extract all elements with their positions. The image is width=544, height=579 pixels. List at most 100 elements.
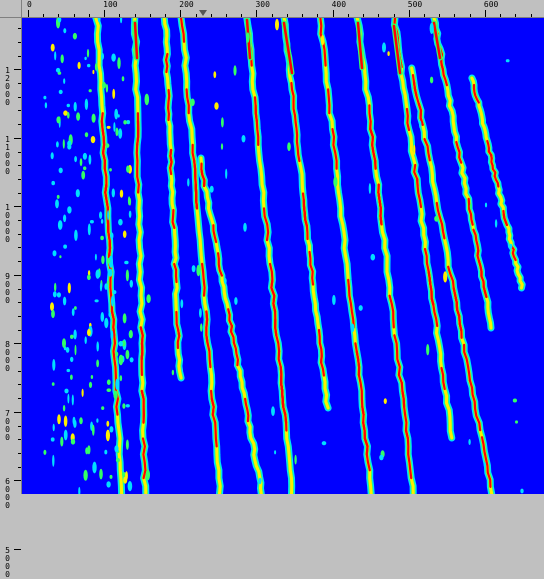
noise-speckle <box>108 268 113 277</box>
noise-speckle <box>73 419 77 428</box>
noise-speckle <box>62 296 67 306</box>
noise-speckle <box>55 199 59 209</box>
top-ruler-minor-tick <box>241 14 243 17</box>
noise-speckle <box>469 203 472 210</box>
noise-speckle <box>321 441 327 446</box>
top-ruler-label: 0 <box>27 0 32 9</box>
noise-speckle <box>71 308 75 316</box>
left-ruler-minor-tick <box>18 28 21 30</box>
noise-speckle <box>54 282 57 292</box>
top-ruler-tick <box>104 10 106 17</box>
noise-speckle <box>57 414 61 425</box>
top-ruler-minor-tick <box>454 14 456 17</box>
top-ruler-label: 600 <box>483 0 499 9</box>
noise-speckle <box>70 374 73 380</box>
noise-speckle <box>51 382 55 386</box>
noise-speckle <box>90 136 96 144</box>
noise-speckle <box>106 481 111 488</box>
noise-speckle <box>379 454 384 461</box>
noise-speckle <box>190 98 195 107</box>
noise-speckle <box>87 223 91 236</box>
noise-speckle <box>109 168 112 172</box>
top-ruler-minor-tick <box>149 14 151 17</box>
noise-speckle <box>84 132 89 138</box>
noise-speckle <box>111 188 116 198</box>
noise-speckle <box>74 306 77 310</box>
top-ruler-minor-tick <box>363 14 365 17</box>
noise-speckle <box>63 214 67 223</box>
left-ruler-tick <box>14 480 21 482</box>
noise-speckle <box>483 462 486 468</box>
top-ruler-minor-tick <box>73 14 75 17</box>
noise-speckle <box>107 210 110 221</box>
noise-speckle <box>118 354 124 366</box>
noise-speckle <box>125 439 129 450</box>
noise-speckle <box>233 65 237 76</box>
top-ruler[interactable]: 0 100 200 300 400 500 600 <box>22 0 544 18</box>
noise-speckle <box>109 474 113 479</box>
left-ruler-tick <box>14 137 21 139</box>
noise-speckle <box>66 368 71 373</box>
noise-speckle <box>52 359 56 371</box>
noise-speckle <box>114 445 119 453</box>
noise-speckle <box>50 302 54 312</box>
noise-speckle <box>115 351 119 357</box>
noise-speckle <box>66 103 70 108</box>
noise-speckle <box>105 83 109 93</box>
noise-speckle <box>127 481 133 492</box>
noise-speckle <box>71 394 74 406</box>
noise-speckle <box>114 108 119 120</box>
noise-speckle <box>77 61 81 70</box>
noise-speckle <box>86 48 90 58</box>
left-ruler-minor-tick <box>18 83 21 85</box>
noise-speckle <box>200 323 203 332</box>
left-ruler-tick <box>14 411 21 413</box>
left-ruler-minor-tick <box>18 165 21 167</box>
noise-speckle <box>57 220 63 230</box>
left-ruler-digit: 0 <box>5 295 10 305</box>
left-ruler-digit: 0 <box>5 501 10 511</box>
noise-speckle <box>109 426 114 433</box>
noise-speckle <box>118 128 123 139</box>
noise-speckle <box>94 253 97 261</box>
noise-speckle <box>368 183 372 194</box>
noise-speckle <box>122 230 127 238</box>
top-ruler-minor-tick <box>88 14 90 17</box>
noise-speckle <box>81 388 84 397</box>
left-ruler-digit: 0 <box>5 98 10 108</box>
noise-speckle <box>76 112 81 121</box>
cursor-marker-icon[interactable] <box>199 10 208 16</box>
left-ruler[interactable]: 12000110001000090008000700060005000 <box>0 18 22 578</box>
top-ruler-tick <box>256 10 258 17</box>
noise-speckle <box>274 450 277 455</box>
noise-speckle <box>123 120 127 125</box>
ridge-peak <box>136 112 140 147</box>
spectrogram-plot[interactable] <box>22 18 544 494</box>
noise-speckle <box>96 418 99 423</box>
left-ruler-digit: 0 <box>5 493 10 503</box>
noise-speckle <box>60 54 64 64</box>
top-ruler-minor-tick <box>210 14 212 17</box>
top-ruler-tick <box>484 10 486 17</box>
noise-speckle <box>84 336 87 345</box>
left-ruler-minor-tick <box>18 233 21 235</box>
left-ruler-minor-tick <box>18 466 21 468</box>
ridge-peak <box>167 88 171 122</box>
noise-speckle <box>112 88 116 99</box>
noise-speckle <box>509 243 513 249</box>
noise-speckle <box>100 235 104 241</box>
noise-speckle <box>87 445 91 455</box>
left-ruler-tick <box>14 548 21 550</box>
noise-speckle <box>81 170 86 180</box>
left-ruler-minor-tick <box>18 452 21 454</box>
noise-speckle <box>419 120 422 129</box>
noise-speckle <box>92 69 95 75</box>
noise-speckle <box>52 454 55 467</box>
noise-speckle <box>52 250 57 257</box>
noise-speckle <box>113 390 118 400</box>
noise-speckle <box>129 357 134 363</box>
noise-speckle <box>67 282 71 294</box>
noise-speckle <box>512 398 517 403</box>
noise-speckle <box>73 329 77 340</box>
top-ruler-tick <box>408 10 410 17</box>
